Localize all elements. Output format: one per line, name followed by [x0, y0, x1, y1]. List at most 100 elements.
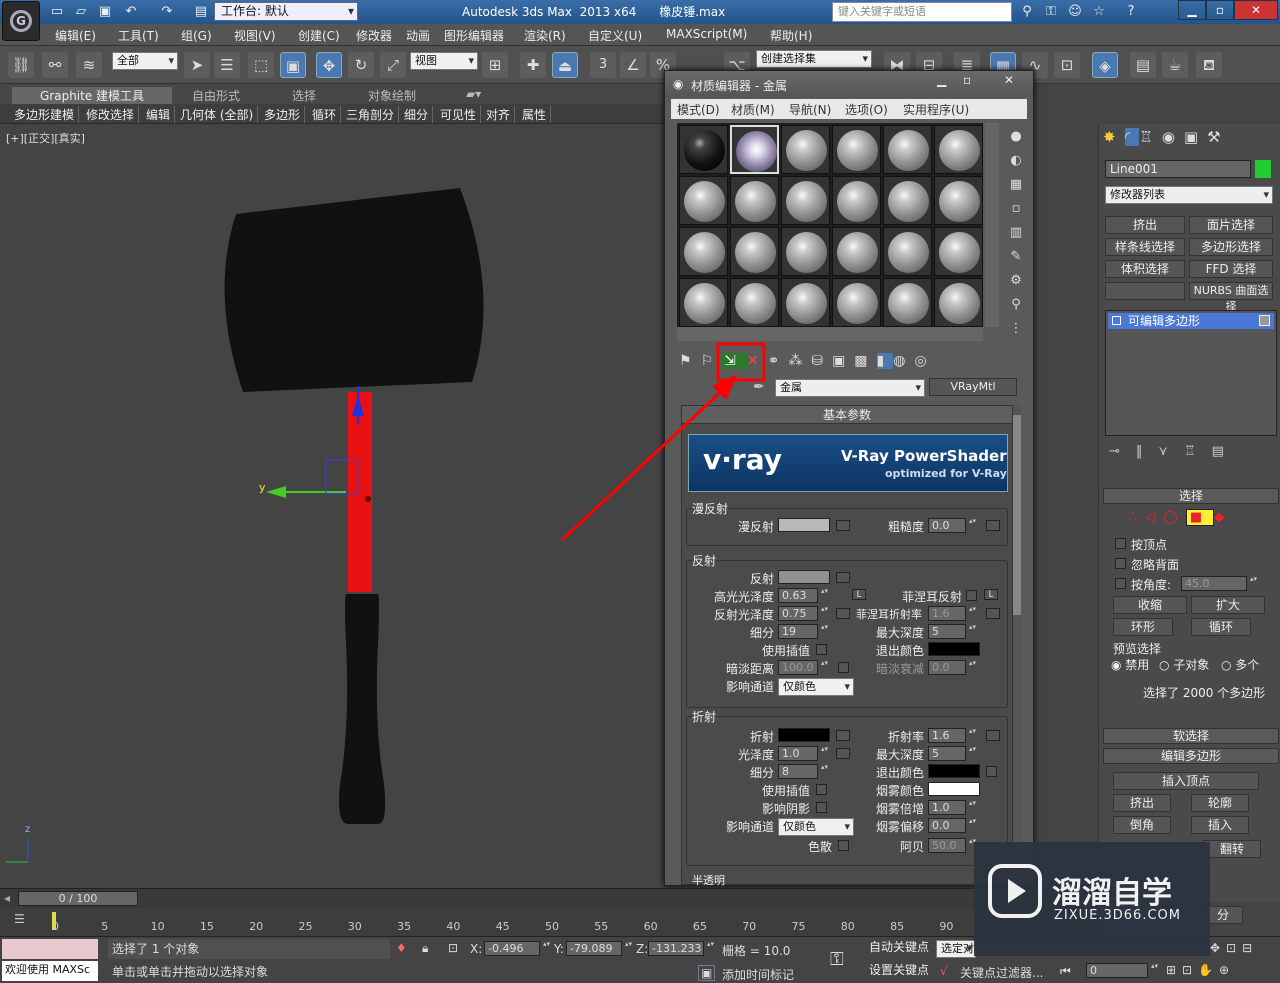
options-icon[interactable]: ⚙: [1005, 269, 1027, 293]
material-slot[interactable]: [883, 125, 932, 174]
time-slider[interactable]: 0 / 100 ◂: [0, 888, 1098, 908]
extrude-button[interactable]: 挤出: [1113, 794, 1171, 812]
menu-group[interactable]: 组(G): [181, 27, 212, 44]
assign-to-selection-icon[interactable]: ⇲: [722, 353, 747, 369]
preview-off-radio[interactable]: ◉ 禁用: [1111, 656, 1149, 673]
configure-sets-icon[interactable]: ▤: [1212, 444, 1240, 459]
select-by-material-icon[interactable]: ⚲: [1005, 293, 1027, 317]
material-navigator-icon[interactable]: ⋮: [1005, 317, 1027, 341]
x-coord-field[interactable]: -0.496: [484, 941, 551, 956]
menu-animation[interactable]: 动画: [406, 27, 430, 44]
app-logo-icon[interactable]: G: [2, 1, 40, 41]
vertex-icon[interactable]: ∴: [1129, 510, 1145, 525]
rollout-title[interactable]: 基本参数: [682, 406, 1012, 424]
fog-mult-spinner[interactable]: 1.0: [928, 800, 977, 815]
ribbon-options-icon[interactable]: ▰▾: [466, 87, 481, 101]
mod-vol-select-button[interactable]: 体积选择: [1105, 260, 1185, 278]
material-type-button[interactable]: VRayMtl: [929, 378, 1017, 396]
by-angle-checkbox[interactable]: [1115, 578, 1126, 589]
minimize-button[interactable]: ▁: [1178, 0, 1206, 20]
pin-stack-icon[interactable]: ⊸: [1109, 444, 1136, 459]
material-slot[interactable]: [730, 176, 779, 225]
dim-distance-checkbox[interactable]: [838, 662, 849, 673]
tab-selection[interactable]: 选择: [292, 87, 316, 104]
key-icon[interactable]: ⚿: [1042, 3, 1060, 20]
element-icon[interactable]: ◆: [1214, 510, 1232, 525]
mod-nurbs-select-button[interactable]: NURBS 曲面选择: [1189, 282, 1273, 313]
fresnel-ior-map-button[interactable]: [986, 608, 1000, 619]
flip-button[interactable]: 翻转: [1203, 840, 1261, 858]
time-slider-thumb[interactable]: 0 / 100: [18, 891, 138, 906]
material-slot[interactable]: [730, 227, 779, 276]
auto-key-button[interactable]: 自动关键点: [866, 939, 932, 957]
roughness-map-button[interactable]: [986, 520, 1000, 531]
put-to-scene-icon[interactable]: ⚐: [701, 353, 723, 369]
project-folder-icon[interactable]: ▤: [192, 3, 210, 20]
stack-item-editable-poly[interactable]: 可编辑多边形: [1108, 313, 1274, 329]
shrink-button[interactable]: 收缩: [1113, 596, 1187, 614]
ribbon-geometry[interactable]: 几何体 (全部): [180, 106, 259, 123]
material-slot[interactable]: [934, 125, 983, 174]
fresnel-lock-button[interactable]: L: [984, 589, 998, 600]
menu-rendering[interactable]: 渲染(R): [524, 27, 566, 44]
hierarchy-tab-icon[interactable]: ♖: [1139, 128, 1161, 146]
backlight-icon[interactable]: ◐: [1005, 149, 1027, 173]
put-to-library-icon[interactable]: ⛁: [811, 353, 832, 369]
tab-freeform[interactable]: 自由形式: [192, 87, 240, 104]
mod-patch-select-button[interactable]: 面片选择: [1189, 216, 1273, 234]
hilight-gloss-spinner[interactable]: 0.63: [778, 588, 829, 603]
mat-menu-mode[interactable]: 模式(D): [677, 101, 720, 118]
mod-poly-select-button[interactable]: 多边形选择: [1189, 238, 1273, 256]
modify-tab-icon[interactable]: ◜: [1124, 128, 1140, 146]
manipulate-icon[interactable]: ✚: [520, 52, 546, 78]
ribbon-subdivision[interactable]: 细分: [404, 106, 434, 123]
ior-map-button[interactable]: [986, 730, 1000, 741]
help-icon[interactable]: ?: [1122, 3, 1140, 20]
menu-create[interactable]: 创建(C): [298, 27, 340, 44]
fresnel-checkbox[interactable]: [966, 590, 977, 601]
material-editor-titlebar[interactable]: ◉ 材质编辑器 - 金属 ▁ ▫ ✕: [665, 71, 1033, 97]
edge-icon[interactable]: ◁: [1145, 510, 1163, 525]
set-key-button[interactable]: 设置关键点: [866, 962, 932, 980]
link-icon[interactable]: ⛓: [8, 52, 34, 78]
bevel-button[interactable]: 倒角: [1113, 816, 1171, 834]
show-end-result-icon[interactable]: ▮: [876, 353, 894, 369]
mat-menu-navigation[interactable]: 导航(N): [789, 101, 831, 118]
object-color-swatch[interactable]: [1255, 160, 1271, 178]
make-unique-icon[interactable]: ⁂: [788, 353, 811, 369]
mat-minimize-button[interactable]: ▁: [937, 73, 946, 87]
grow-button[interactable]: 扩大: [1191, 596, 1265, 614]
transform-mode-icon[interactable]: ⊡: [448, 941, 458, 955]
keyboard-shortcut-icon[interactable]: ⏏: [552, 52, 578, 78]
abbe-spinner[interactable]: 50.0: [928, 838, 977, 853]
mat-close-button[interactable]: ✕: [993, 73, 1025, 87]
material-slot[interactable]: [832, 176, 881, 225]
ribbon-loops[interactable]: 循环: [312, 106, 342, 123]
refr-exit-checkbox[interactable]: [986, 766, 997, 777]
rotate-icon[interactable]: ↻: [348, 52, 374, 78]
y-coord-field[interactable]: -79.089: [566, 941, 633, 956]
key-filters-button[interactable]: 关键点过滤器...: [960, 964, 1043, 981]
utilities-tab-icon[interactable]: ⚒: [1207, 128, 1229, 146]
reset-map-icon[interactable]: ✕: [747, 353, 768, 369]
motion-tab-icon[interactable]: ◉: [1162, 128, 1184, 146]
select-by-name-icon[interactable]: ☰: [214, 52, 240, 78]
rollout-scrollbar[interactable]: [1013, 405, 1021, 885]
set-key-icon[interactable]: ⚿: [830, 949, 844, 970]
tab-object-paint[interactable]: 对象绘制: [368, 87, 416, 104]
material-slot[interactable]: [883, 227, 932, 276]
selection-rollout-header[interactable]: 选择: [1103, 488, 1279, 504]
tab-graphite[interactable]: Graphite 建模工具: [12, 87, 173, 104]
mod-ffd-select-button[interactable]: FFD 选择: [1189, 260, 1273, 278]
refr-interp-checkbox[interactable]: [816, 784, 827, 795]
inset-button[interactable]: 插入: [1191, 816, 1249, 834]
material-slot[interactable]: [679, 227, 728, 276]
ior-spinner[interactable]: 1.6: [928, 728, 977, 743]
z-coord-field[interactable]: -131.233: [648, 941, 715, 956]
maxscript-listener-pink[interactable]: [2, 939, 98, 959]
material-name-field[interactable]: 金属: [775, 379, 925, 397]
refl-affect-dropdown[interactable]: 仅颜色: [778, 678, 854, 696]
material-slot[interactable]: [781, 125, 830, 174]
soft-selection-rollout[interactable]: 软选择: [1103, 728, 1279, 744]
reflect-map-button[interactable]: [836, 572, 850, 583]
